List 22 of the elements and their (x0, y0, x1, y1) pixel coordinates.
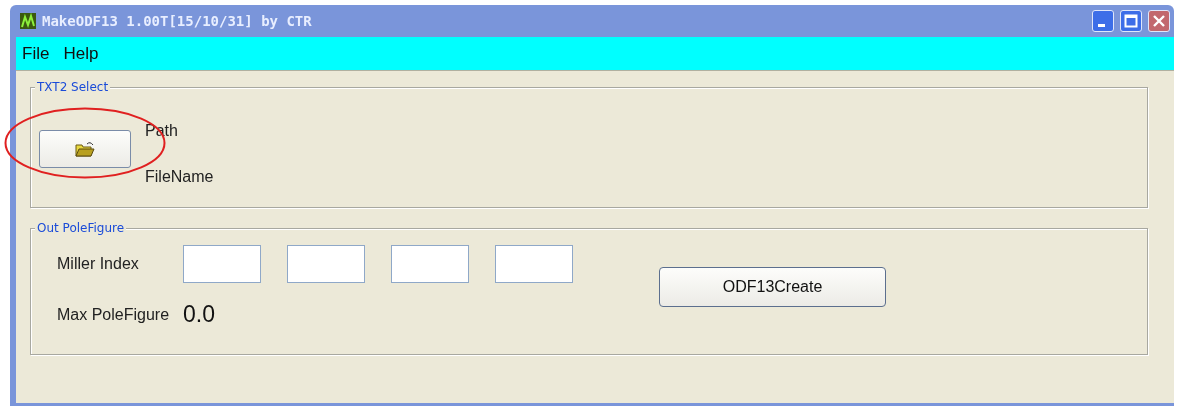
max-polefigure-value: 0.0 (183, 301, 216, 328)
max-polefigure-label: Max PoleFigure (57, 305, 171, 324)
miller-index-field[interactable] (495, 245, 573, 283)
odf13create-button[interactable]: ODF13Create (659, 267, 886, 307)
minimize-button[interactable] (1092, 10, 1114, 32)
minimize-icon (1097, 23, 1105, 27)
open-folder-button[interactable] (39, 130, 131, 168)
app-icon (20, 13, 36, 29)
miller-index-field[interactable] (391, 245, 469, 283)
menu-item[interactable]: Help (63, 43, 99, 64)
miller-index-field[interactable] (287, 245, 365, 283)
close-icon (1152, 14, 1166, 28)
menu-item[interactable]: File (22, 43, 50, 64)
maximize-icon (1124, 14, 1138, 28)
window-title: MakeODF13 1.00T[15/10/31] by CTR (42, 13, 313, 29)
group-legend: Out PoleFigure (35, 220, 127, 236)
folder-icon (75, 141, 95, 157)
miller-index-field[interactable] (183, 245, 261, 283)
miller-index-label: Miller Index (57, 255, 140, 273)
close-button[interactable] (1148, 10, 1170, 32)
maximize-button[interactable] (1120, 10, 1142, 32)
filename-label: FileName (145, 168, 214, 186)
